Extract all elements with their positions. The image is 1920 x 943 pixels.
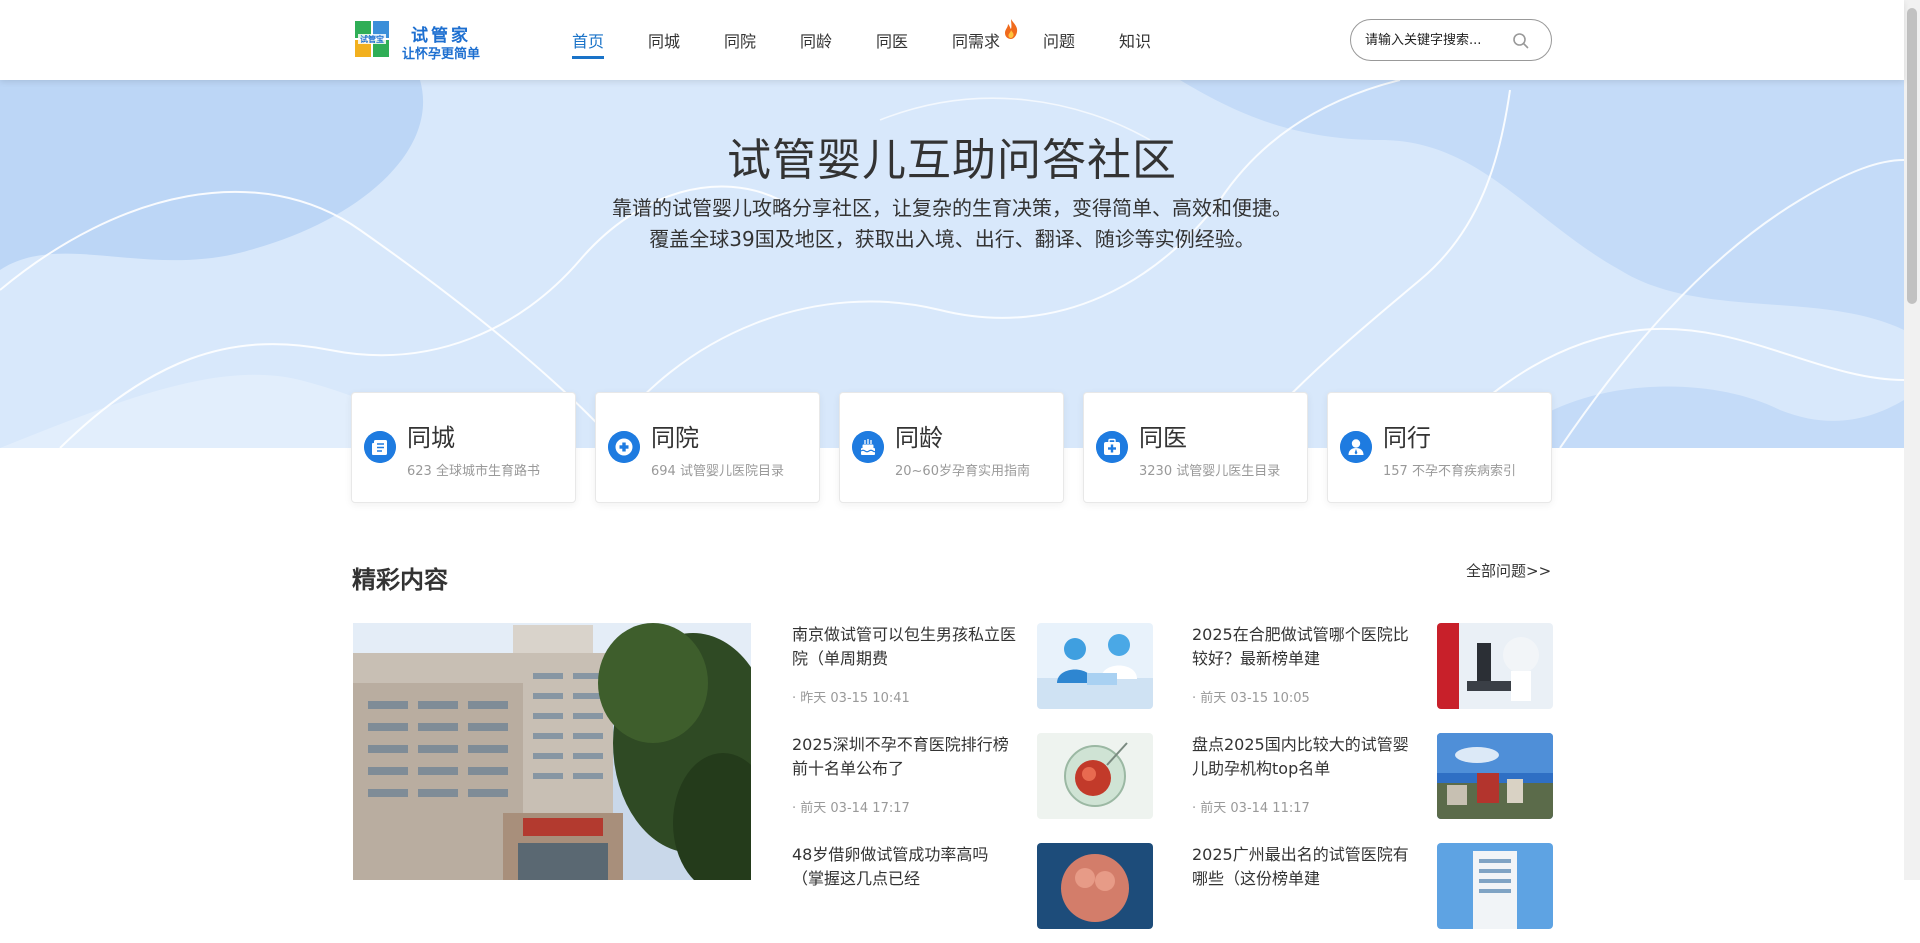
featured-hospital-image[interactable] bbox=[353, 623, 751, 880]
medical-kit-icon bbox=[1096, 431, 1128, 463]
search-input[interactable] bbox=[1365, 30, 1513, 50]
egg-cell-thumbnail bbox=[1037, 733, 1153, 819]
page-scrollbar[interactable] bbox=[1904, 0, 1920, 880]
all-questions-link[interactable]: 全部问题>> bbox=[1466, 560, 1551, 581]
nav-questions[interactable]: 问题 bbox=[1043, 28, 1075, 52]
card-title: 同行 bbox=[1383, 424, 1431, 452]
article-date: · 前天 03-14 17:17 bbox=[792, 801, 910, 816]
nav-same-city[interactable]: 同城 bbox=[648, 28, 680, 52]
hospital-cross-icon bbox=[608, 431, 640, 463]
article-title[interactable]: 盘点2025国内比较大的试管婴儿助孕机构top名单 bbox=[1192, 733, 1420, 781]
microscope-thumbnail bbox=[1437, 623, 1553, 709]
article-title[interactable]: 2025在合肥做试管哪个医院比较好？最新榜单建 bbox=[1192, 623, 1420, 671]
search-box bbox=[1350, 19, 1552, 61]
site-logo[interactable]: 试管宝 试管家 让怀孕更简单 bbox=[355, 19, 495, 63]
site-header: 试管宝 试管家 让怀孕更简单 首页 同城 同院 同龄 同医 同需求 问题 知识 bbox=[0, 0, 1904, 80]
card-subtitle: 157 不孕不育疾病索引 bbox=[1383, 464, 1516, 479]
logo-mark-icon: 试管宝 bbox=[355, 21, 389, 57]
birthday-cake-icon bbox=[852, 431, 884, 463]
people-icon bbox=[1340, 431, 1372, 463]
nav-same-hospital[interactable]: 同院 bbox=[724, 28, 756, 52]
category-card-same-walk[interactable]: 同行 157 不孕不育疾病索引 bbox=[1327, 392, 1552, 503]
card-title: 同院 bbox=[651, 424, 699, 452]
card-subtitle: 3230 试管婴儿医生目录 bbox=[1139, 464, 1281, 479]
card-subtitle: 623 全球城市生育路书 bbox=[407, 464, 540, 479]
article-item[interactable]: 南京做试管可以包生男孩私立医院（单周期费 · 昨天 03-15 10:41 bbox=[792, 623, 1172, 723]
article-item[interactable]: 48岁借卵做试管成功率高吗（掌握这几点已经 bbox=[792, 843, 1172, 943]
scrollbar-thumb[interactable] bbox=[1907, 8, 1917, 304]
section-title: 精彩内容 bbox=[352, 566, 448, 594]
article-item[interactable]: 2025广州最出名的试管医院有哪些（这份榜单建 bbox=[1192, 843, 1572, 943]
card-title: 同城 bbox=[407, 424, 455, 452]
hero-subtitle-line-2: 覆盖全球39国及地区，获取出入境、出行、翻译、随诊等实例经验。 bbox=[649, 227, 1255, 251]
category-card-same-hospital[interactable]: 同院 694 试管婴儿医院目录 bbox=[595, 392, 820, 503]
hospital-building-photo bbox=[353, 623, 751, 880]
article-date: · 昨天 03-15 10:41 bbox=[792, 691, 910, 706]
article-item[interactable]: 2025深圳不孕不育医院排行榜前十名单公布了 · 前天 03-14 17:17 bbox=[792, 733, 1172, 833]
article-title[interactable]: 48岁借卵做试管成功率高吗（掌握这几点已经 bbox=[792, 843, 1020, 891]
hot-fire-icon bbox=[1005, 19, 1018, 39]
lab-researchers-thumbnail bbox=[1037, 623, 1153, 709]
hospital-tower-thumbnail bbox=[1437, 843, 1553, 929]
category-card-same-city[interactable]: 同城 623 全球城市生育路书 bbox=[351, 392, 576, 503]
card-title: 同医 bbox=[1139, 424, 1187, 452]
article-item[interactable]: 盘点2025国内比较大的试管婴儿助孕机构top名单 · 前天 03-14 11:… bbox=[1192, 733, 1572, 833]
city-skyline-thumbnail bbox=[1437, 733, 1553, 819]
logo-slogan: 让怀孕更简单 bbox=[402, 47, 481, 62]
category-card-same-doctor[interactable]: 同医 3230 试管婴儿医生目录 bbox=[1083, 392, 1308, 503]
article-item[interactable]: 2025在合肥做试管哪个医院比较好？最新榜单建 · 前天 03-15 10:05 bbox=[1192, 623, 1572, 723]
category-card-same-age[interactable]: 同龄 20~60岁孕育实用指南 bbox=[839, 392, 1064, 503]
card-title: 同龄 bbox=[895, 424, 943, 452]
search-icon[interactable] bbox=[1511, 31, 1531, 51]
article-date: · 前天 03-14 11:17 bbox=[1192, 801, 1310, 816]
card-subtitle: 694 试管婴儿医院目录 bbox=[651, 464, 784, 479]
article-date: · 前天 03-15 10:05 bbox=[1192, 691, 1310, 706]
article-title[interactable]: 2025广州最出名的试管医院有哪些（这份榜单建 bbox=[1192, 843, 1420, 891]
nav-same-age[interactable]: 同龄 bbox=[800, 28, 832, 52]
nav-same-doctor[interactable]: 同医 bbox=[876, 28, 908, 52]
article-title[interactable]: 2025深圳不孕不育医院排行榜前十名单公布了 bbox=[792, 733, 1020, 781]
city-doc-icon bbox=[364, 431, 396, 463]
hero-title: 试管婴儿互助问答社区 bbox=[727, 135, 1177, 186]
nav-knowledge[interactable]: 知识 bbox=[1119, 28, 1151, 52]
card-subtitle: 20~60岁孕育实用指南 bbox=[895, 464, 1030, 479]
nav-same-needs[interactable]: 同需求 bbox=[952, 28, 1000, 52]
embryo-cells-thumbnail bbox=[1037, 843, 1153, 929]
svg-text:试管宝: 试管宝 bbox=[360, 34, 384, 44]
hero-subtitle-line-1: 靠谱的试管婴儿攻略分享社区，让复杂的生育决策，变得简单、高效和便捷。 bbox=[612, 196, 1292, 220]
article-title[interactable]: 南京做试管可以包生男孩私立医院（单周期费 bbox=[792, 623, 1020, 671]
nav-home[interactable]: 首页 bbox=[572, 28, 605, 59]
